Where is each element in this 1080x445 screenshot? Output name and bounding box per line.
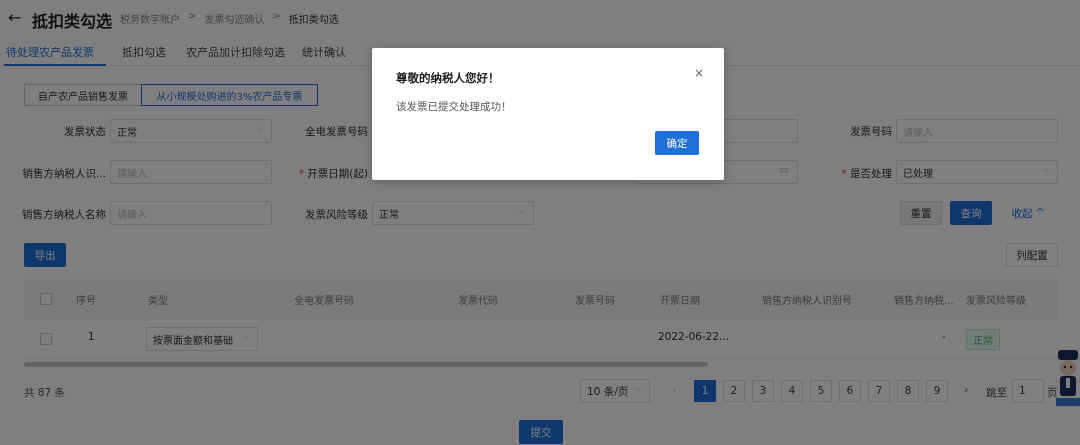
dialog-message: 该发票已提交处理成功！ (396, 101, 512, 113)
dialog-title: 尊敬的纳税人您好！ (396, 71, 500, 85)
close-icon[interactable]: × (694, 66, 704, 80)
notice-dialog: 尊敬的纳税人您好！ × 该发票已提交处理成功！ 确定 (372, 48, 724, 180)
confirm-button[interactable]: 确定 (655, 131, 699, 155)
